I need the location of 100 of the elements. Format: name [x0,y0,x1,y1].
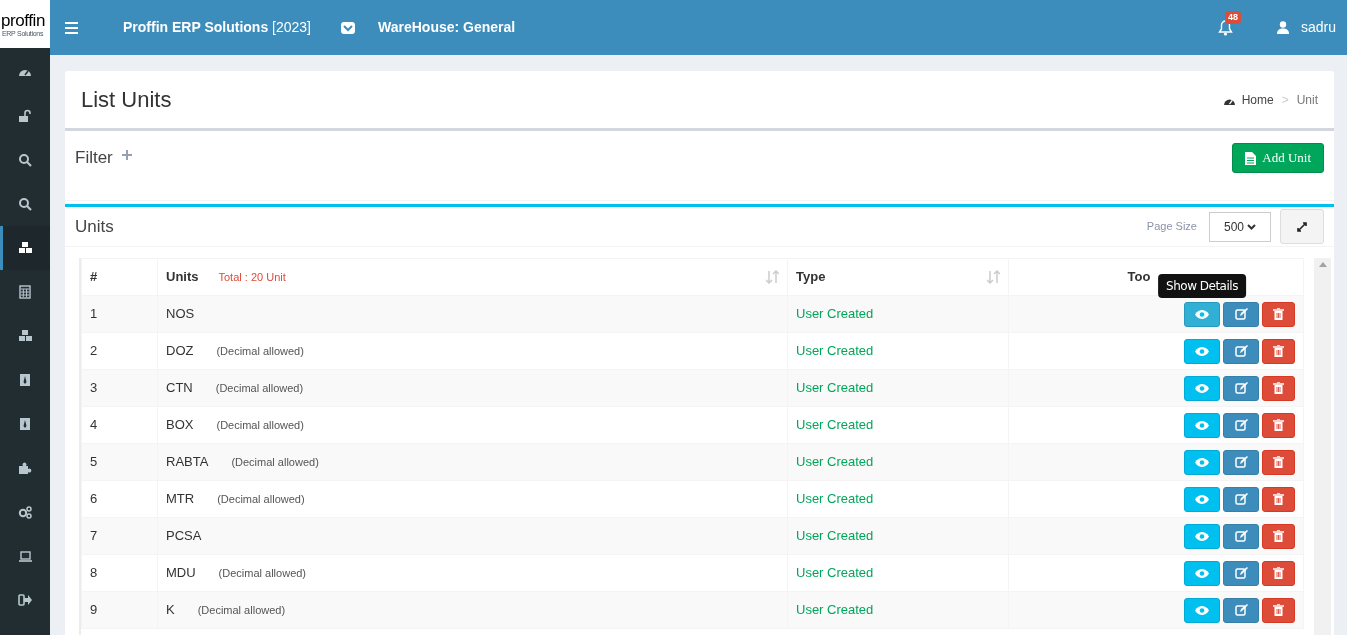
type-label: User Created [796,528,874,544]
delete-button[interactable] [1262,523,1295,549]
view-button[interactable] [1184,338,1220,364]
view-button[interactable] [1184,449,1220,475]
breadcrumb-separator: > [1280,91,1290,109]
trash-icon [1273,382,1284,394]
user-icon[interactable] [1276,21,1289,34]
tooltip: Show Details [1158,273,1246,298]
calculator-icon [17,285,33,299]
edit-icon [1234,345,1248,357]
view-button[interactable] [1184,375,1220,401]
eye-icon [1195,383,1209,393]
view-button[interactable] [1184,412,1220,438]
eye-icon [1195,605,1209,615]
column-header[interactable]: Units [166,267,199,287]
edit-icon [1234,308,1248,320]
bell-icon[interactable] [1217,19,1233,36]
edit-button[interactable] [1223,597,1259,623]
column-header[interactable]: Type [796,267,826,287]
eye-icon [1195,531,1209,541]
page-size-label: Page Size [1146,219,1197,235]
edit-button[interactable] [1223,301,1259,327]
unit-name: MTR [166,491,195,507]
row-number: 8 [90,565,98,581]
edit-button[interactable] [1223,412,1259,438]
edit-icon [1234,456,1248,468]
delete-button[interactable] [1262,375,1295,401]
type-label: User Created [796,343,874,359]
edit-button[interactable] [1223,449,1259,475]
delete-button[interactable] [1262,301,1295,327]
row-number: 6 [90,491,98,507]
decimal-note: (Decimal allowed) [197,604,286,617]
decimal-note: (Decimal allowed) [216,345,304,358]
unit-name: RABTA [166,454,209,470]
tie-icon [17,417,33,431]
unlock-icon [17,109,33,123]
laptop-icon [17,549,33,563]
notification-badge: 48 [1224,10,1241,24]
trash-icon [1273,530,1284,542]
view-button[interactable] [1184,523,1220,549]
edit-button[interactable] [1223,375,1259,401]
breadcrumb-current: Unit [1296,91,1318,109]
expand-button[interactable] [1280,209,1324,244]
edit-icon [1234,604,1248,616]
document-icon [1245,151,1257,165]
edit-icon [1234,493,1248,505]
eye-icon [1195,568,1209,578]
scroll-up-icon[interactable] [1318,262,1327,267]
edit-button[interactable] [1223,560,1259,586]
edit-button[interactable] [1223,486,1259,512]
cubes-icon [17,329,33,343]
decimal-note: (Decimal allowed) [215,382,304,395]
edit-button[interactable] [1223,338,1259,364]
sidebar-item[interactable] [0,226,50,270]
plus-icon[interactable] [121,150,132,160]
eye-icon [1195,346,1209,356]
view-button[interactable] [1184,486,1220,512]
trash-icon [1273,345,1284,357]
decimal-note: (Decimal allowed) [216,419,304,432]
breadcrumb-link[interactable]: Home [1241,90,1274,109]
sign-out-icon [17,593,33,607]
warehouse-label[interactable]: WareHouse: General [378,17,516,38]
row-number: 7 [90,528,98,544]
delete-button[interactable] [1262,597,1295,623]
search-icon [17,197,33,211]
column-header: # [90,268,98,287]
unit-name: PCSA [166,528,202,544]
row-number: 5 [90,454,98,470]
trash-icon [1273,419,1284,431]
row-number: 1 [90,306,98,322]
type-label: User Created [796,417,874,433]
caret-icon [1247,223,1256,230]
app-title: Proffin ERP Solutions [2023] [123,18,311,37]
delete-button[interactable] [1262,560,1295,586]
expand-icon [1297,221,1307,232]
edit-icon [1234,567,1248,579]
delete-button[interactable] [1262,486,1295,512]
chevron-icon[interactable] [341,21,355,34]
unit-name: BOX [166,417,194,433]
page-size-select[interactable]: 500 [1209,211,1271,242]
edit-icon [1234,530,1248,542]
trash-icon [1273,308,1284,320]
view-button[interactable] [1184,301,1220,327]
user-name[interactable]: sadru [1300,17,1336,38]
menu-icon[interactable] [65,21,78,34]
edit-icon [1234,419,1248,431]
view-button[interactable] [1184,560,1220,586]
delete-button[interactable] [1262,412,1295,438]
column-header: Too [1127,268,1151,287]
delete-button[interactable] [1262,338,1295,364]
eye-icon [1195,309,1209,319]
gears-icon [17,505,33,519]
type-label: User Created [796,491,874,507]
decimal-note: (Decimal allowed) [217,493,305,506]
logo-text: proffin [1,11,45,29]
edit-button[interactable] [1223,523,1259,549]
total-count: Total : 20 Unit [218,269,286,285]
view-button[interactable] [1184,597,1220,623]
decimal-note: (Decimal allowed) [218,567,307,580]
delete-button[interactable] [1262,449,1295,475]
